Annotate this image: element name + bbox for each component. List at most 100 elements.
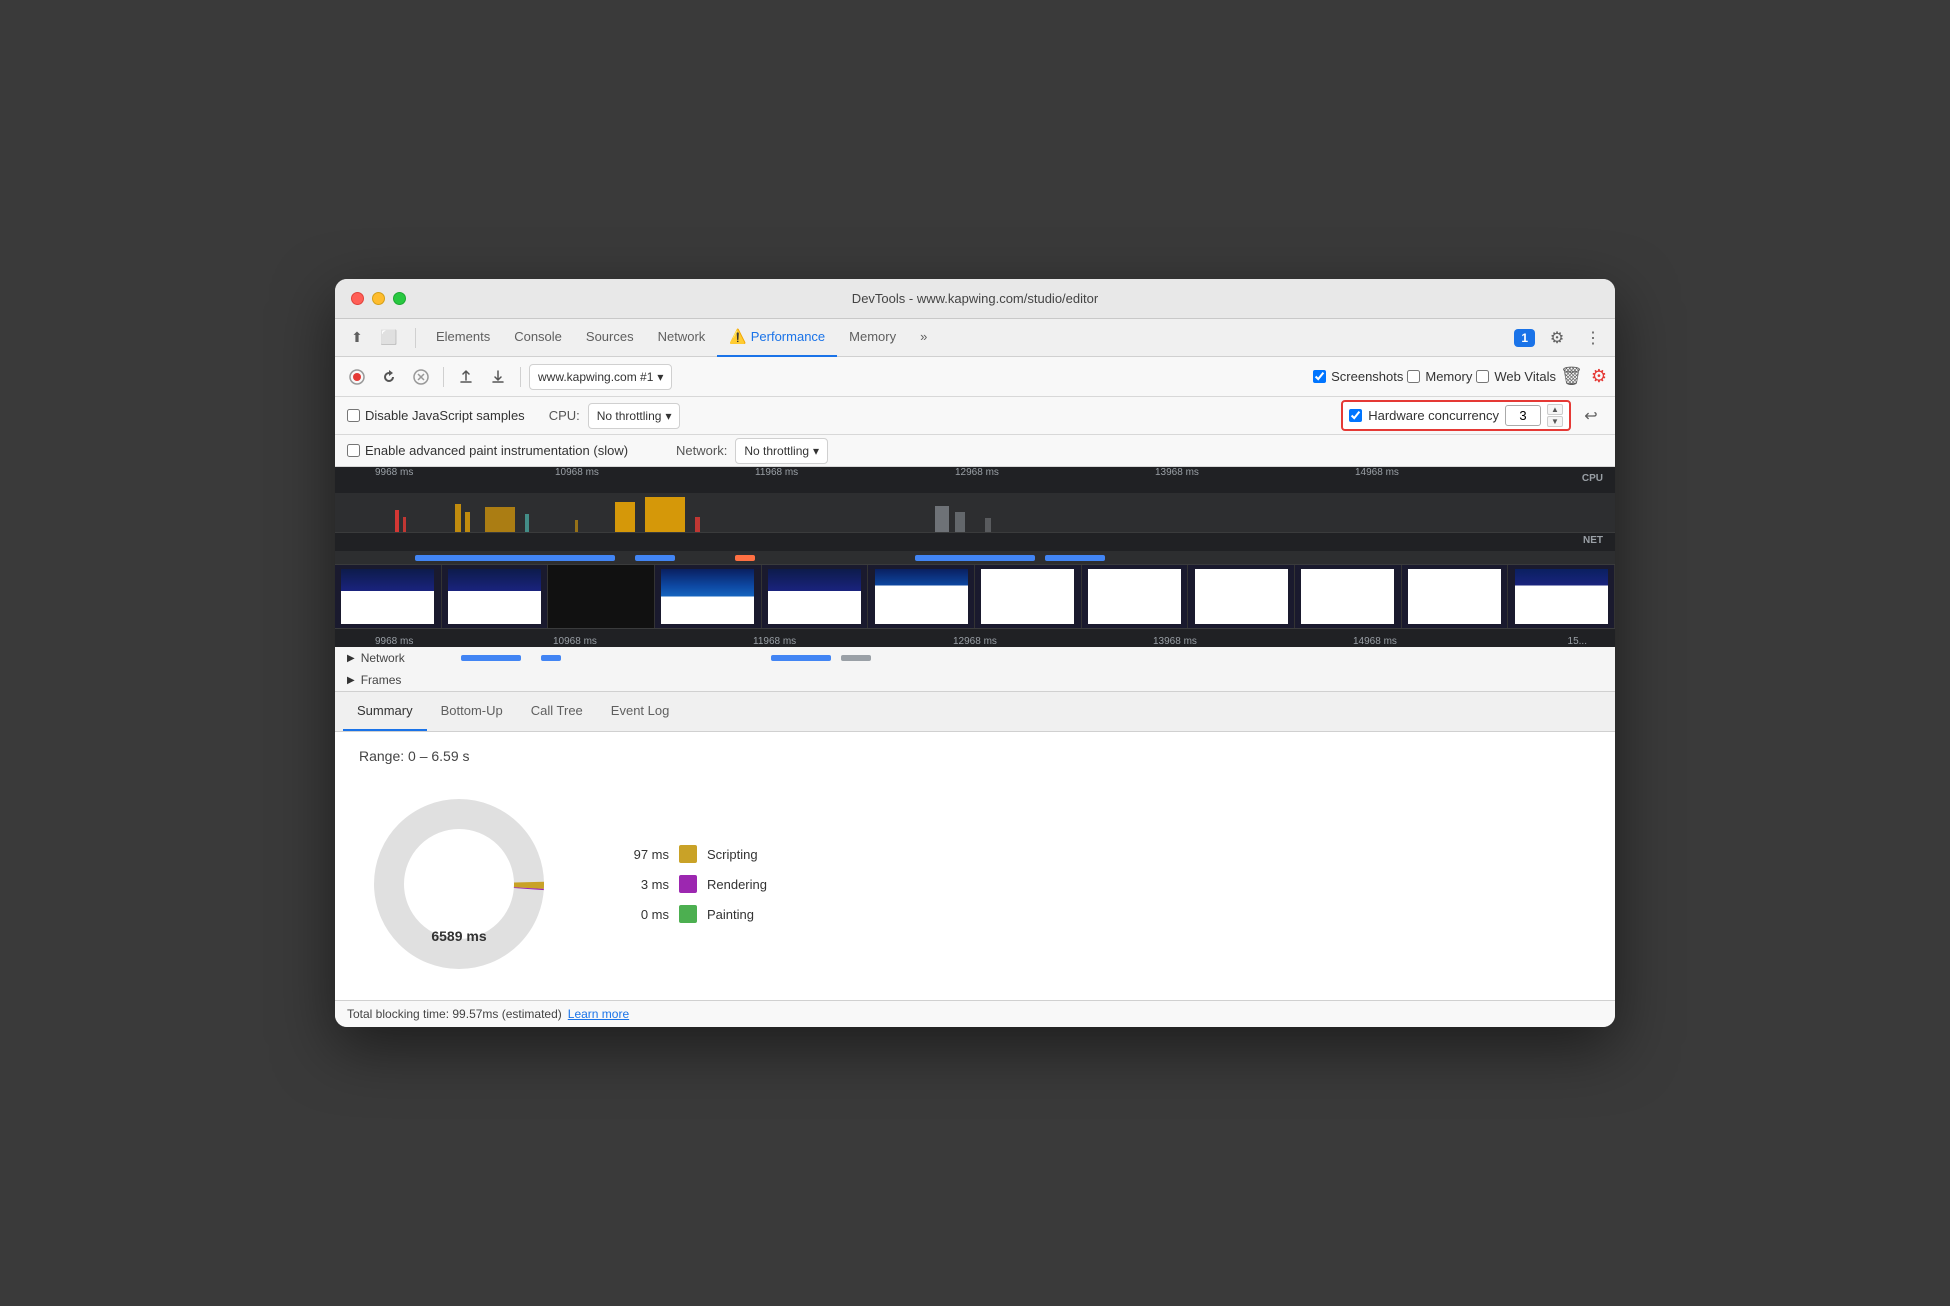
cpu-bar-10 bbox=[695, 517, 700, 532]
cpu-track-label: CPU bbox=[1582, 473, 1603, 484]
hw-concurrency-container: Hardware concurrency ▲ ▼ bbox=[1341, 400, 1571, 431]
label-14968: 14968 ms bbox=[1355, 467, 1399, 478]
settings-icon[interactable]: ⚙ bbox=[1543, 324, 1571, 352]
timeline-bottom-labels: 9968 ms 10968 ms 11968 ms 12968 ms 13968… bbox=[335, 629, 1615, 647]
more-options-icon[interactable]: ⋮ bbox=[1579, 324, 1607, 352]
blabel-13968: 13968 ms bbox=[1153, 636, 1197, 647]
hw-concurrency-checkbox[interactable] bbox=[1349, 409, 1362, 422]
tab-bottom-up[interactable]: Bottom-Up bbox=[427, 691, 517, 731]
painting-value: 0 ms bbox=[619, 907, 669, 922]
net-mini-3 bbox=[771, 655, 831, 661]
main-panel: ▶ Network ▶ Frames bbox=[335, 647, 1615, 692]
memory-checkbox-input[interactable] bbox=[1407, 370, 1420, 383]
blabel-11968: 11968 ms bbox=[753, 636, 796, 647]
devtools-tab-bar: ⬆ ⬜ Elements Console Sources Network ⚠️ … bbox=[335, 319, 1615, 357]
device-icon[interactable]: ⬜ bbox=[375, 324, 403, 352]
enable-paint-input[interactable] bbox=[347, 444, 360, 457]
learn-more-link[interactable]: Learn more bbox=[568, 1007, 629, 1021]
memory-checkbox: Memory bbox=[1407, 369, 1472, 384]
cpu-throttle-select[interactable]: No throttling ▾ bbox=[588, 403, 681, 429]
performance-toolbar: www.kapwing.com #1 ▾ Screenshots Memory … bbox=[335, 357, 1615, 397]
target-selector[interactable]: www.kapwing.com #1 ▾ bbox=[529, 364, 672, 390]
cpu-bar-3 bbox=[455, 504, 461, 532]
screenshot-1 bbox=[335, 565, 442, 628]
frames-row: ▶ Frames bbox=[335, 669, 1615, 691]
record-button[interactable] bbox=[343, 363, 371, 391]
tab-sources[interactable]: Sources bbox=[574, 319, 646, 357]
clear-button[interactable] bbox=[407, 363, 435, 391]
legend-rendering: 3 ms Rendering bbox=[619, 875, 767, 893]
toolbar-separator-2 bbox=[520, 367, 521, 387]
cpu-track bbox=[335, 493, 1615, 533]
label-10968: 10968 ms bbox=[555, 467, 599, 478]
tab-call-tree[interactable]: Call Tree bbox=[517, 691, 597, 731]
maximize-button[interactable] bbox=[393, 292, 406, 305]
hw-concurrency-row: Hardware concurrency ▲ ▼ ↩ bbox=[1341, 400, 1603, 431]
hw-spinners: ▲ ▼ bbox=[1547, 404, 1563, 427]
traffic-lights bbox=[351, 292, 406, 305]
tab-elements[interactable]: Elements bbox=[424, 319, 502, 357]
enable-paint-checkbox: Enable advanced paint instrumentation (s… bbox=[347, 443, 628, 458]
net-bar-4 bbox=[915, 555, 1035, 561]
status-bar: Total blocking time: 99.57ms (estimated)… bbox=[335, 1000, 1615, 1027]
net-bar-1 bbox=[415, 555, 615, 561]
download-button[interactable] bbox=[484, 363, 512, 391]
settings-active-icon[interactable]: ⚙ bbox=[1591, 366, 1607, 387]
legend-painting: 0 ms Painting bbox=[619, 905, 767, 923]
settings-row-2: Enable advanced paint instrumentation (s… bbox=[335, 435, 1615, 467]
net-track-label: NET bbox=[1583, 535, 1603, 546]
hw-reset-button[interactable]: ↩ bbox=[1579, 404, 1603, 428]
target-chevron: ▾ bbox=[657, 370, 663, 384]
cursor-icon[interactable]: ⬆ bbox=[343, 324, 371, 352]
screenshot-5 bbox=[762, 565, 869, 628]
upload-button[interactable] bbox=[452, 363, 480, 391]
hw-decrement-button[interactable]: ▼ bbox=[1547, 416, 1563, 427]
hw-concurrency-input[interactable] bbox=[1505, 405, 1541, 426]
label-9968: 9968 ms bbox=[375, 467, 413, 478]
warning-icon: ⚠️ bbox=[729, 328, 746, 345]
network-throttle-row: Network: No throttling ▾ bbox=[676, 438, 828, 464]
frames-expand-icon[interactable]: ▶ bbox=[347, 675, 355, 686]
screenshot-4 bbox=[655, 565, 762, 628]
cpu-bar-11 bbox=[935, 506, 949, 532]
memory-label: Memory bbox=[1425, 369, 1472, 384]
web-vitals-label: Web Vitals bbox=[1494, 369, 1556, 384]
reload-button[interactable] bbox=[375, 363, 403, 391]
network-expand-icon[interactable]: ▶ bbox=[347, 653, 355, 664]
hw-increment-button[interactable]: ▲ bbox=[1547, 404, 1563, 415]
disable-js-checkbox: Disable JavaScript samples bbox=[347, 408, 525, 423]
tab-summary[interactable]: Summary bbox=[343, 691, 427, 731]
screenshot-6 bbox=[868, 565, 975, 628]
cpu-value: No throttling bbox=[597, 409, 662, 423]
cpu-label: CPU: bbox=[549, 408, 580, 423]
web-vitals-checkbox-input[interactable] bbox=[1476, 370, 1489, 383]
tab-overflow[interactable]: » bbox=[908, 319, 939, 357]
timeline-area: 9968 ms 10968 ms 11968 ms 12968 ms 13968… bbox=[335, 467, 1615, 647]
network-throttle-select[interactable]: No throttling ▾ bbox=[735, 438, 828, 464]
tab-console[interactable]: Console bbox=[502, 319, 574, 357]
network-mini-bars bbox=[421, 654, 1603, 662]
delete-icon[interactable]: 🗑 bbox=[1560, 366, 1583, 387]
minimize-button[interactable] bbox=[372, 292, 385, 305]
screenshot-2 bbox=[442, 565, 549, 628]
network-label: Network: bbox=[676, 443, 727, 458]
tab-performance[interactable]: ⚠️ Performance bbox=[717, 319, 837, 357]
screenshots-strip bbox=[335, 565, 1615, 629]
cpu-bar-12 bbox=[955, 512, 965, 532]
notification-badge[interactable]: 1 bbox=[1514, 329, 1535, 347]
disable-js-input[interactable] bbox=[347, 409, 360, 422]
net-bar-2 bbox=[635, 555, 675, 561]
tab-network[interactable]: Network bbox=[646, 319, 718, 357]
cpu-bar-6 bbox=[525, 514, 529, 532]
pie-center-value: 6589 ms bbox=[431, 928, 486, 944]
screenshot-11 bbox=[1402, 565, 1509, 628]
tab-event-log[interactable]: Event Log bbox=[597, 691, 684, 731]
tab-memory[interactable]: Memory bbox=[837, 319, 908, 357]
blabel-12968: 12968 ms bbox=[953, 636, 997, 647]
summary-panel: Range: 0 – 6.59 s 6589 ms 97 ms bbox=[335, 732, 1615, 1000]
net-mini-4 bbox=[841, 655, 871, 661]
rendering-value: 3 ms bbox=[619, 877, 669, 892]
close-button[interactable] bbox=[351, 292, 364, 305]
cpu-bar-5 bbox=[485, 507, 515, 532]
screenshots-checkbox-input[interactable] bbox=[1313, 370, 1326, 383]
